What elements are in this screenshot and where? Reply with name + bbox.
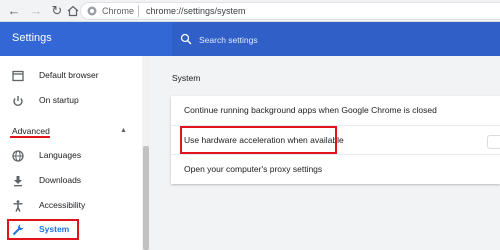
section-title: System [172,73,201,83]
sidebar-item-label: Accessibility [39,200,86,210]
home-icon[interactable] [65,3,81,19]
forward-icon[interactable]: → [28,3,44,19]
reload-icon[interactable]: ↻ [49,3,65,19]
browser-toolbar: ← → ↻ Chrome chrome://settings/system [0,0,500,22]
sidebar-item-default-browser[interactable]: Default browser [0,64,142,88]
accessibility-icon [13,200,23,212]
chevron-up-icon[interactable]: ▲ [120,127,127,134]
omnibox-url[interactable]: chrome://settings/system [146,6,246,16]
omnibox[interactable]: Chrome chrome://settings/system [80,2,500,20]
sidebar-section-advanced[interactable]: Advanced [12,126,50,136]
chrome-logo-icon [87,6,97,16]
omnibox-origin: Chrome [102,6,135,16]
advanced-underline-annotation [10,136,50,138]
system-highlight-annotation [7,219,79,240]
browser-icon [12,70,24,82]
setting-row-proxy[interactable]: Open your computer's proxy settings [171,154,500,183]
page-title: Settings [12,32,52,44]
back-icon[interactable]: ← [6,3,22,19]
power-icon [13,96,23,107]
setting-label: Continue running background apps when Go… [184,105,437,115]
hardware-acceleration-toggle[interactable] [487,135,500,149]
search-icon [180,33,192,45]
sidebar-scrollbar-thumb[interactable] [143,146,149,250]
search-input[interactable] [199,33,479,47]
sidebar-item-label: Downloads [39,175,82,185]
sidebar-item-languages[interactable]: Languages [0,144,142,168]
sidebar-item-downloads[interactable]: Downloads [0,169,142,193]
download-icon [14,176,22,187]
search-bar[interactable] [172,22,500,56]
setting-row-background-apps[interactable]: Continue running background apps when Go… [171,96,500,125]
sidebar-item-label: On startup [39,95,79,105]
sidebar-item-on-startup[interactable]: On startup [0,89,142,113]
sidebar-item-label: Default browser [39,70,99,80]
sidebar-item-accessibility[interactable]: Accessibility [0,194,142,218]
setting-label: Open your computer's proxy settings [184,164,323,174]
omnibox-divider [138,5,139,17]
globe-icon [12,150,24,162]
sidebar-item-label: Languages [39,150,82,160]
settings-header: Settings [0,22,500,56]
hardware-acceleration-highlight-annotation [180,126,337,154]
